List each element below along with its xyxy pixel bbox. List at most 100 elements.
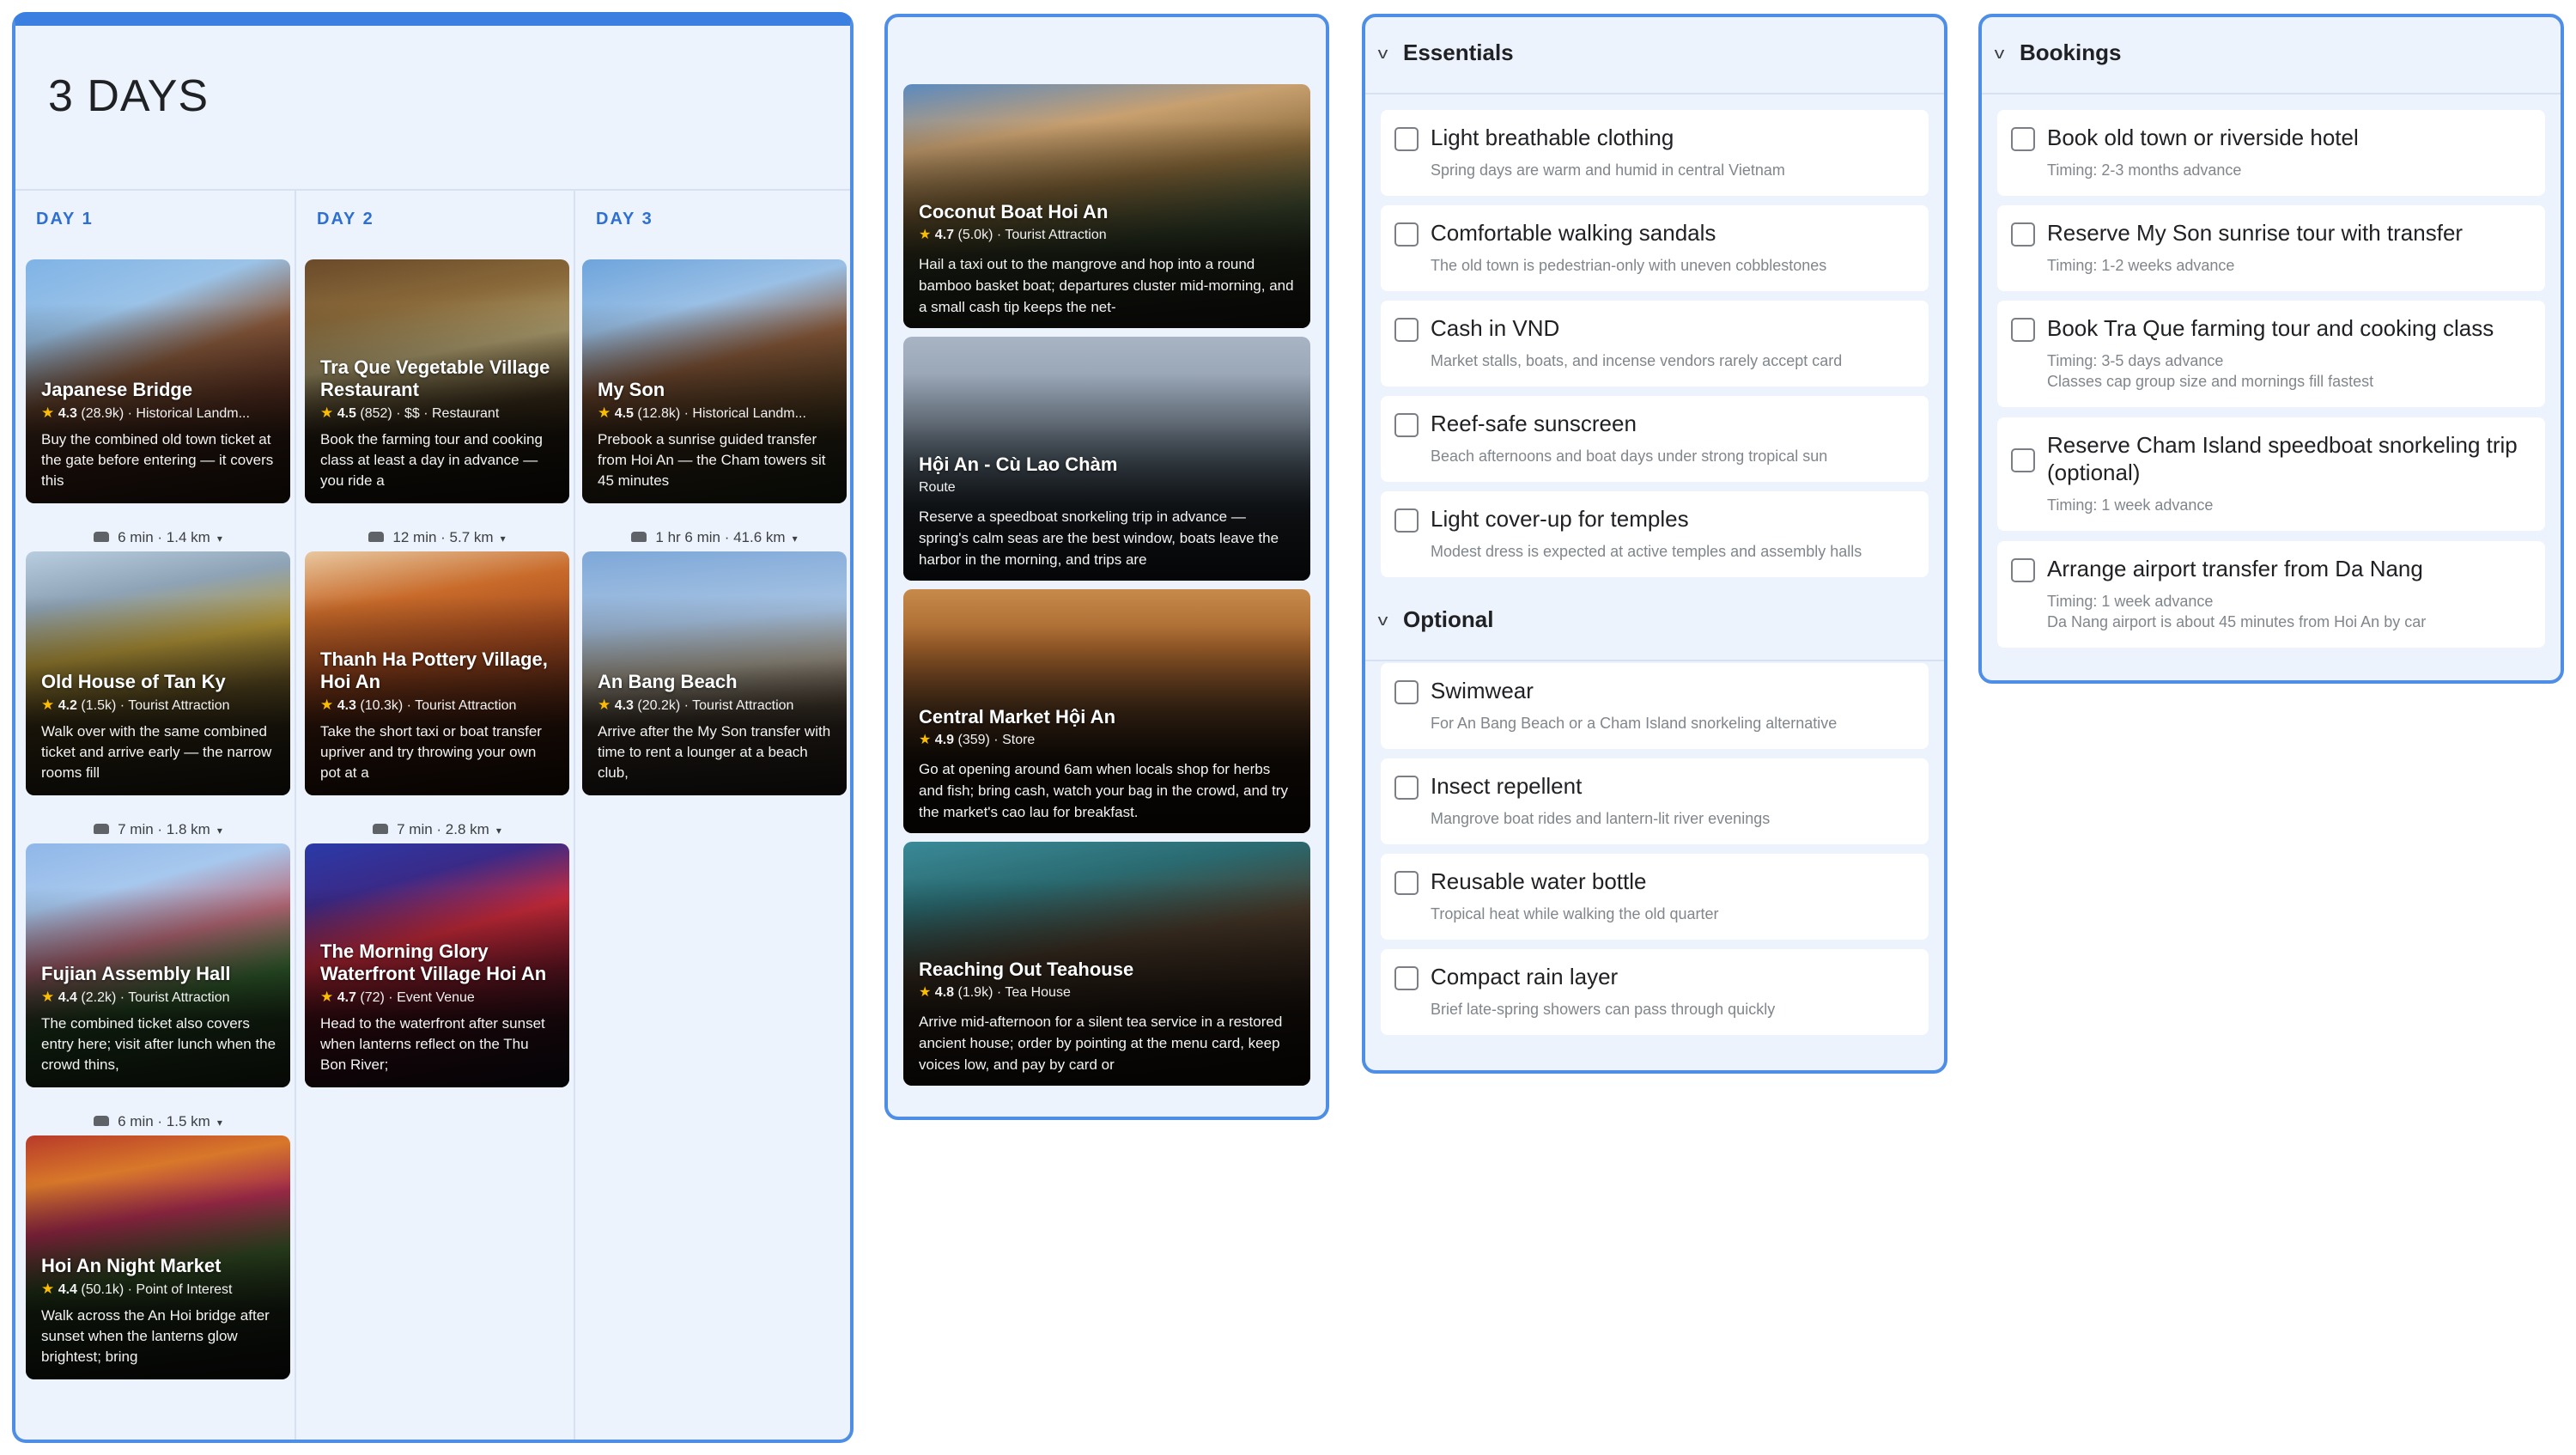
place-name: Tra Que Vegetable Village Restaurant	[320, 356, 550, 400]
checkbox-icon[interactable]	[1394, 508, 1419, 533]
checklist-item[interactable]: Light cover-up for temples Modest dress …	[1381, 491, 1929, 577]
place-card[interactable]: Central Market Hội An ★ 4.9 (359) · Stor…	[903, 589, 1310, 833]
checkbox-icon[interactable]	[1394, 680, 1419, 704]
checkbox-icon[interactable]	[2011, 127, 2035, 151]
car-icon	[631, 531, 647, 542]
star-icon: ★	[41, 697, 55, 713]
checkbox-icon[interactable]	[1394, 776, 1419, 800]
checkbox-icon[interactable]	[1394, 222, 1419, 247]
place-name: The Morning Glory Waterfront Village Hoi …	[320, 941, 547, 984]
place-description: Arrive after the My Son transfer with ti…	[598, 723, 831, 781]
checkbox-icon[interactable]	[1394, 127, 1419, 151]
transit-info[interactable]: 1 hr 6 min · 41.6 km ▾	[582, 529, 847, 546]
checklist-item[interactable]: Swimwear For An Bang Beach or a Cham Isl…	[1381, 663, 1929, 749]
day-label[interactable]: DAY 2	[317, 210, 374, 229]
place-name: Hội An - Cù Lao Chàm	[919, 454, 1118, 475]
place-card[interactable]: Tra Que Vegetable Village Restaurant ★ 4.…	[305, 259, 569, 503]
place-card[interactable]: The Morning Glory Waterfront Village Hoi …	[305, 843, 569, 1087]
place-card[interactable]: Old House of Tan Ky ★ 4.2 (1.5k) · Touri…	[26, 551, 290, 795]
section-header-essentials[interactable]: v Essentials	[1365, 17, 1944, 94]
star-icon: ★	[919, 985, 932, 1000]
transit-info[interactable]: 7 min · 1.8 km ▾	[26, 821, 290, 838]
place-meta: ★ 4.2 (1.5k) · Tourist Attraction	[41, 697, 230, 713]
caret-down-icon: ▾	[216, 533, 222, 545]
booking-item[interactable]: Book old town or riverside hotel Timing:…	[1997, 110, 2545, 196]
checklist-item[interactable]: Reef-safe sunscreen Beach afternoons and…	[1381, 396, 1929, 482]
day-label[interactable]: DAY 3	[596, 210, 653, 229]
car-icon	[94, 1115, 110, 1126]
packing-list-panel: v Essentials Light breathable clothing S…	[1362, 14, 1947, 1074]
item-note: Brief late-spring showers can pass throu…	[1431, 1001, 1776, 1018]
transit-info[interactable]: 7 min · 2.8 km ▾	[305, 821, 569, 838]
transit-info[interactable]: 12 min · 5.7 km ▾	[305, 529, 569, 546]
day-label[interactable]: DAY 1	[36, 210, 94, 229]
place-description: Buy the combined old town ticket at the …	[41, 431, 274, 489]
booking-item[interactable]: Reserve Cham Island speedboat snorkeling…	[1997, 417, 2545, 531]
section-header-optional[interactable]: v Optional	[1365, 584, 1944, 661]
place-card[interactable]: Reaching Out Teahouse ★ 4.8 (1.9k) · Tea…	[903, 842, 1310, 1086]
booking-item[interactable]: Book Tra Que farming tour and cooking cl…	[1997, 301, 2545, 407]
checklist-item[interactable]: Insect repellent Mangrove boat rides and…	[1381, 758, 1929, 844]
checkbox-icon[interactable]	[2011, 558, 2035, 582]
item-note: Beach afternoons and boat days under str…	[1431, 447, 1828, 465]
item-timing: Timing: 1 week advance	[2047, 593, 2214, 610]
checkbox-icon[interactable]	[1394, 318, 1419, 342]
place-card[interactable]: My Son ★ 4.5 (12.8k) · Historical Landm.…	[582, 259, 847, 503]
place-name: Fujian Assembly Hall	[41, 963, 231, 984]
car-icon	[368, 531, 385, 542]
place-description: The combined ticket also covers entry he…	[41, 1015, 276, 1073]
item-title: Comfortable walking sandals	[1431, 220, 1716, 246]
itinerary-title: 3 DAYS	[48, 71, 210, 121]
place-card[interactable]: Hoi An Night Market ★ 4.4 (50.1k) · Poin…	[26, 1135, 290, 1379]
checkbox-icon[interactable]	[2011, 318, 2035, 342]
section-header-bookings[interactable]: v Bookings	[1982, 17, 2561, 94]
checkbox-icon[interactable]	[2011, 222, 2035, 247]
place-description: Walk over with the same combined ticket …	[41, 723, 272, 781]
item-note: Mangrove boat rides and lantern-lit rive…	[1431, 810, 1771, 827]
star-icon: ★	[320, 697, 334, 713]
place-name: Central Market Hội An	[919, 706, 1116, 728]
checkbox-icon[interactable]	[1394, 871, 1419, 895]
place-description: Hail a taxi out to the mangrove and hop …	[919, 256, 1294, 315]
item-note: Spring days are warm and humid in centra…	[1431, 161, 1785, 179]
item-title: Arrange airport transfer from Da Nang	[2047, 556, 2423, 581]
car-icon	[94, 531, 110, 542]
section-title: Optional	[1403, 606, 1494, 632]
item-title: Reserve Cham Island speedboat snorkeling…	[2047, 432, 2518, 485]
place-name: Old House of Tan Ky	[41, 671, 226, 692]
checklist-item[interactable]: Cash in VND Market stalls, boats, and in…	[1381, 301, 1929, 387]
place-card[interactable]: Thanh Ha Pottery Village, Hoi An ★ 4.3 (1…	[305, 551, 569, 795]
checklist-item[interactable]: Comfortable walking sandals The old town…	[1381, 205, 1929, 291]
caret-down-icon: ▾	[500, 533, 506, 545]
item-title: Reserve My Son sunrise tour with transfe…	[2047, 220, 2464, 246]
booking-item[interactable]: Arrange airport transfer from Da Nang Ti…	[1997, 541, 2545, 648]
place-name: Coconut Boat Hoi An	[919, 201, 1109, 222]
place-meta: ★ 4.3 (28.9k) · Historical Landm...	[41, 405, 250, 421]
checkbox-icon[interactable]	[2011, 448, 2035, 472]
transit-info[interactable]: 6 min · 1.5 km ▾	[26, 1113, 290, 1130]
place-description: Prebook a sunrise guided transfer from H…	[598, 431, 826, 489]
place-card[interactable]: Fujian Assembly Hall ★ 4.4 (2.2k) · Tour…	[26, 843, 290, 1087]
place-description: Head to the waterfront after sunset when…	[320, 1015, 545, 1073]
unscheduled-places-panel: Coconut Boat Hoi An ★ 4.7 (5.0k) · Touri…	[884, 14, 1329, 1120]
place-card[interactable]: Hội An - Cù Lao Chàm Route Reserve a spe…	[903, 337, 1310, 581]
transit-info[interactable]: 6 min · 1.4 km ▾	[26, 529, 290, 546]
place-card[interactable]: Japanese Bridge ★ 4.3 (28.9k) · Historic…	[26, 259, 290, 503]
checklist-item[interactable]: Light breathable clothing Spring days ar…	[1381, 110, 1929, 196]
item-timing: Timing: 1-2 weeks advance	[2047, 257, 2235, 274]
item-note: Tropical heat while walking the old quar…	[1431, 905, 1719, 922]
place-meta: ★ 4.5 (12.8k) · Historical Landm...	[598, 405, 806, 421]
place-card[interactable]: An Bang Beach ★ 4.3 (20.2k) · Tourist At…	[582, 551, 847, 795]
place-description: Arrive mid-afternoon for a silent tea se…	[919, 1014, 1283, 1073]
item-title: Light breathable clothing	[1431, 125, 1674, 150]
checklist-item[interactable]: Reusable water bottle Tropical heat whil…	[1381, 854, 1929, 940]
star-icon: ★	[41, 989, 55, 1005]
place-description: Book the farming tour and cooking class …	[320, 431, 543, 489]
checkbox-icon[interactable]	[1394, 413, 1419, 437]
chevron-down-icon: v	[1377, 612, 1388, 629]
caret-down-icon: ▾	[216, 1117, 222, 1129]
booking-item[interactable]: Reserve My Son sunrise tour with transfe…	[1997, 205, 2545, 291]
place-card[interactable]: Coconut Boat Hoi An ★ 4.7 (5.0k) · Touri…	[903, 84, 1310, 328]
checklist-item[interactable]: Compact rain layer Brief late-spring sho…	[1381, 949, 1929, 1035]
checkbox-icon[interactable]	[1394, 966, 1419, 990]
